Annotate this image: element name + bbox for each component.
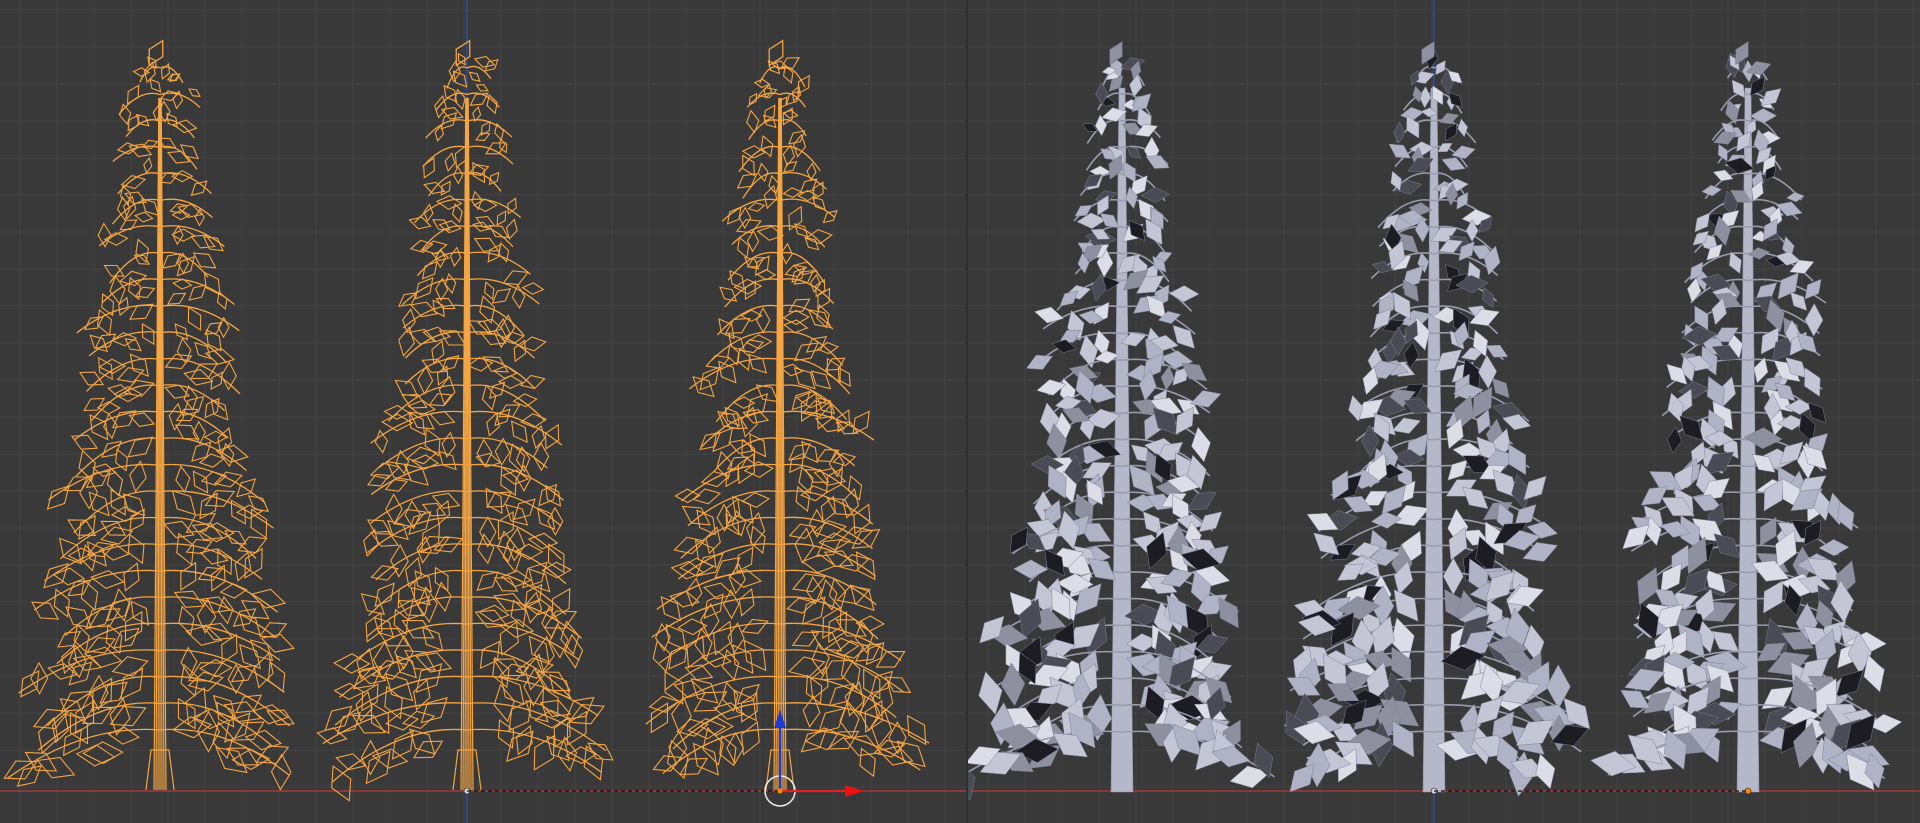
wireframe-viewport-canvas[interactable] [0,0,968,823]
pivot-point [777,788,783,794]
transform-manipulator[interactable] [764,710,864,807]
tree-wireframe-1[interactable] [3,39,295,791]
wireframe-viewport[interactable] [0,0,968,823]
solid-viewport[interactable] [968,0,1920,823]
tree-wireframe-3[interactable] [645,39,930,791]
tree-solid-1[interactable] [968,41,1275,801]
solid-viewport-canvas[interactable] [968,0,1920,823]
tree-wireframe-2[interactable] [316,39,614,802]
tree-solid-2[interactable] [1284,41,1591,797]
